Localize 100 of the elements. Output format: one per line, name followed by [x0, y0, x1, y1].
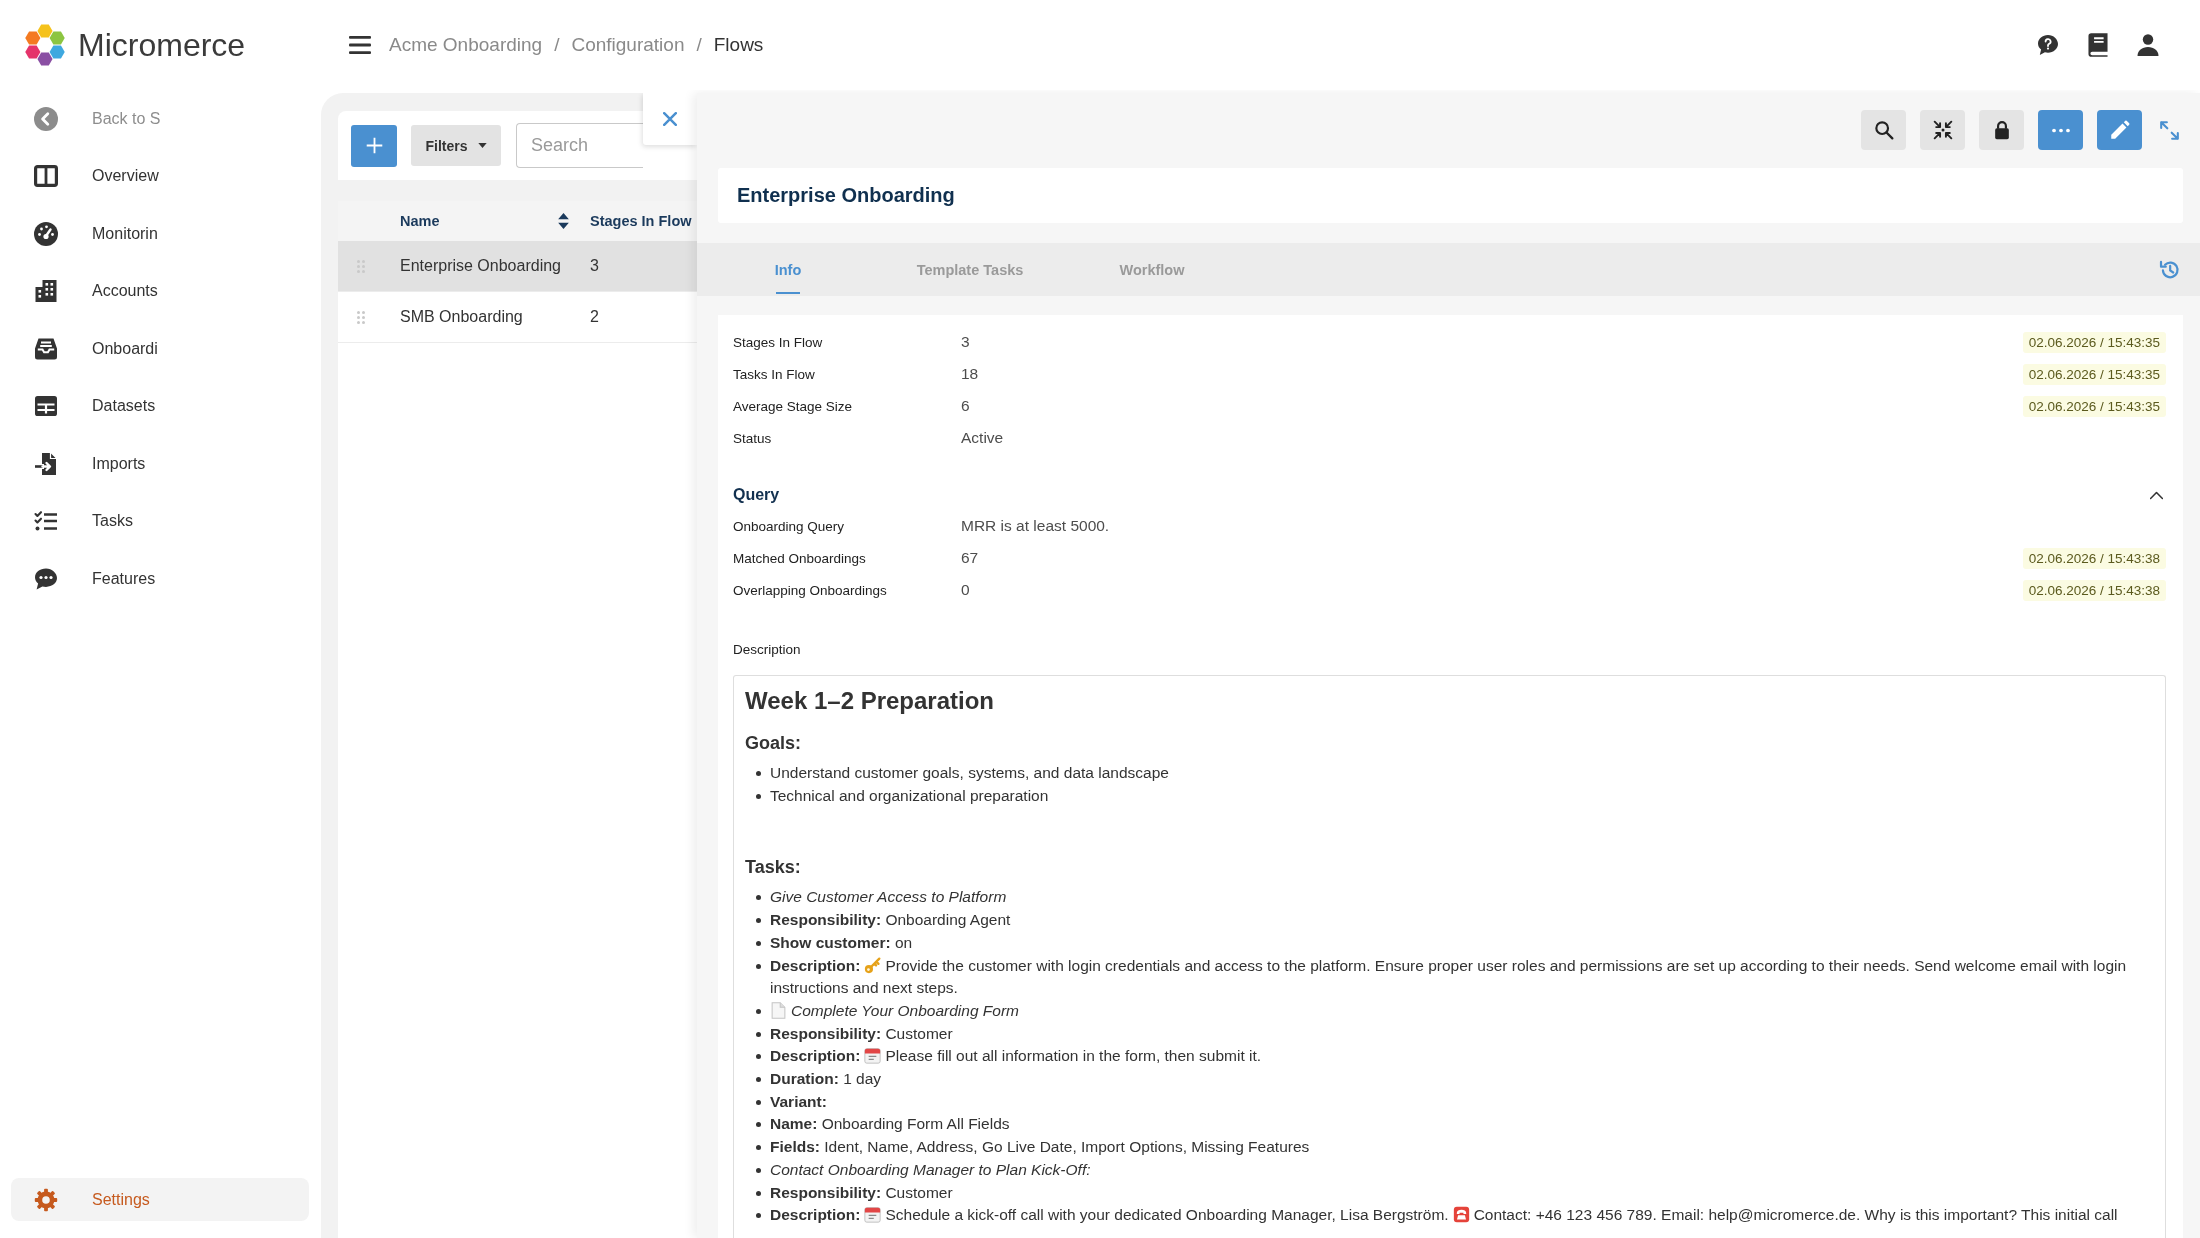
- table-icon: [34, 394, 58, 419]
- sidebar-item[interactable]: Tasks: [0, 492, 321, 550]
- list-item: Description: Please fill out all information in the form, then submit it.: [751, 1045, 2157, 1069]
- settings-icon: [34, 1187, 58, 1212]
- back-icon: [34, 106, 58, 131]
- table-cell: Enterprise Onboarding: [400, 257, 561, 275]
- list-item: Complete Your Onboarding Form: [751, 999, 2157, 1023]
- user-icon[interactable]: [2136, 33, 2160, 57]
- field-value: 6: [961, 397, 970, 415]
- calendar-icon: [864, 1206, 882, 1224]
- table-cell: 2: [590, 308, 599, 326]
- app-name: Micromerce: [78, 26, 246, 64]
- list-item: Responsibility: Customer: [751, 1181, 2157, 1205]
- field-value: Active: [961, 429, 1004, 447]
- sidebar-item[interactable]: Onboardi: [0, 320, 321, 378]
- chat-bubble-icon: [34, 566, 58, 591]
- list-item: Duration: 1 day: [751, 1068, 2157, 1091]
- drag-handle-icon[interactable]: [357, 310, 365, 324]
- timestamp: 02.06.2026 / 15:43:38: [2022, 547, 2166, 569]
- panel-title: Enterprise Onboarding: [737, 184, 955, 207]
- drag-handle-icon[interactable]: [357, 259, 365, 273]
- list-item: Fields: Ident, Name, Address, Go Live Date, Import Options, Missing Features: [751, 1136, 2157, 1159]
- sidebar-item[interactable]: Features: [0, 550, 321, 608]
- field-value: MRR is at least 5000.: [961, 517, 1110, 535]
- sidebar-item[interactable]: Settings: [11, 1178, 309, 1221]
- gauge-icon: [34, 221, 58, 246]
- search-button[interactable]: [1861, 110, 1906, 150]
- list-item: Name: Onboarding Form All Fields: [751, 1113, 2157, 1137]
- sidebar-item[interactable]: Imports: [0, 435, 321, 493]
- list-item: Technical and organizational preparation: [751, 784, 2157, 808]
- list-item: Understand customer goals, systems, and data landscape: [751, 762, 2157, 785]
- filters-button[interactable]: Filters: [411, 125, 501, 166]
- field-label: Description: [733, 641, 801, 659]
- calendar-icon: [864, 1047, 882, 1065]
- compress-arrows-icon: [1932, 120, 1953, 140]
- field-label: Tasks In Flow: [733, 366, 815, 382]
- field-label: Overlapping Onboardings: [733, 582, 887, 598]
- pencil-icon: [2109, 120, 2130, 140]
- history-icon[interactable]: [2159, 258, 2181, 281]
- column-header: Stages In Flow: [590, 213, 692, 229]
- close-button[interactable]: [643, 93, 697, 145]
- timestamp: 02.06.2026 / 15:43:38: [2022, 579, 2166, 601]
- breadcrumb-link[interactable]: Configuration: [571, 34, 685, 56]
- field-label: Average Stage Size: [733, 398, 853, 414]
- telephone-icon: [1452, 1206, 1470, 1224]
- plus-icon: [365, 137, 383, 154]
- field-value: 3: [961, 333, 970, 351]
- field-label: Matched Onboardings: [733, 550, 866, 566]
- breadcrumb-separator: /: [554, 34, 560, 56]
- list-item: Variant:: [751, 1090, 2157, 1114]
- columns-icon: [34, 164, 58, 189]
- sidebar-item[interactable]: Datasets: [0, 377, 321, 435]
- field-value: 0: [961, 581, 970, 599]
- add-button[interactable]: [351, 124, 397, 167]
- field-label: Stages In Flow: [733, 334, 823, 350]
- book-icon[interactable]: [2087, 33, 2109, 57]
- list-item: Contact Onboarding Manager to Plan Kick-Off:: [751, 1158, 2157, 1182]
- lock-button[interactable]: [1979, 110, 2024, 150]
- table-cell: SMB Onboarding: [400, 308, 523, 326]
- list-item: Responsibility: Onboarding Agent: [751, 909, 2157, 932]
- more-icon: [2051, 127, 2070, 133]
- field-label: Onboarding Query: [733, 518, 845, 534]
- list-item: Description: Provide the customer with login credentials and access to the platform. Ensure proper user roles and permissions are set up according to their needs. Send welcome email with login instructions and next steps.: [751, 954, 2157, 1000]
- sidebar-item[interactable]: Accounts: [0, 262, 321, 320]
- inbox-icon: [34, 336, 58, 361]
- sidebar-item[interactable]: Monitorin: [0, 205, 321, 263]
- timestamp: 02.06.2026 / 15:43:35: [2022, 331, 2166, 353]
- expand-icon[interactable]: [2159, 119, 2180, 141]
- table-row[interactable]: Enterprise Onboarding 3: [338, 241, 697, 292]
- list-item: Description: Schedule a kick-off call with your dedicated Onboarding Manager, Lisa Bergström. Contact: +46 123 456 789. Email: help@micromerce.de. Why is this important? This initial call: [751, 1204, 2157, 1227]
- caret-icon: [477, 143, 487, 148]
- column-header[interactable]: Name: [400, 213, 590, 229]
- breadcrumb-link[interactable]: Acme Onboarding: [389, 34, 543, 56]
- timestamp: 02.06.2026 / 15:43:35: [2022, 395, 2166, 417]
- field-label: Status: [733, 430, 772, 446]
- building-icon: [34, 279, 58, 304]
- field-value: 18: [961, 365, 979, 383]
- help-chat-icon[interactable]: [2036, 33, 2060, 57]
- list-item: Responsibility: Customer: [751, 1022, 2157, 1046]
- list-item: Give Customer Access to Platform: [751, 886, 2157, 910]
- key-icon: [864, 956, 882, 974]
- breadcrumb-separator: /: [696, 34, 702, 56]
- breadcrumb-current: Flows: [713, 34, 764, 56]
- menu-icon[interactable]: [348, 33, 372, 57]
- close-icon: [663, 112, 677, 126]
- timestamp: 02.06.2026 / 15:43:35: [2022, 363, 2166, 385]
- sidebar-item[interactable]: Overview: [0, 147, 321, 205]
- section-heading: Tasks:: [745, 856, 801, 880]
- table-cell: 3: [590, 257, 599, 275]
- list-item: Show customer: on: [751, 931, 2157, 955]
- search-field[interactable]: Search: [516, 123, 643, 168]
- logo-icon: [25, 24, 65, 66]
- compress-button[interactable]: [1920, 110, 1965, 150]
- document-icon: [770, 1001, 787, 1019]
- section-heading: Goals:: [745, 732, 801, 755]
- field-value: 67: [961, 549, 979, 567]
- description-title: Week 1–2 Preparation: [745, 686, 994, 716]
- search-icon: [1873, 120, 1894, 140]
- file-import-icon: [34, 451, 58, 476]
- edit-button[interactable]: [2097, 110, 2142, 150]
